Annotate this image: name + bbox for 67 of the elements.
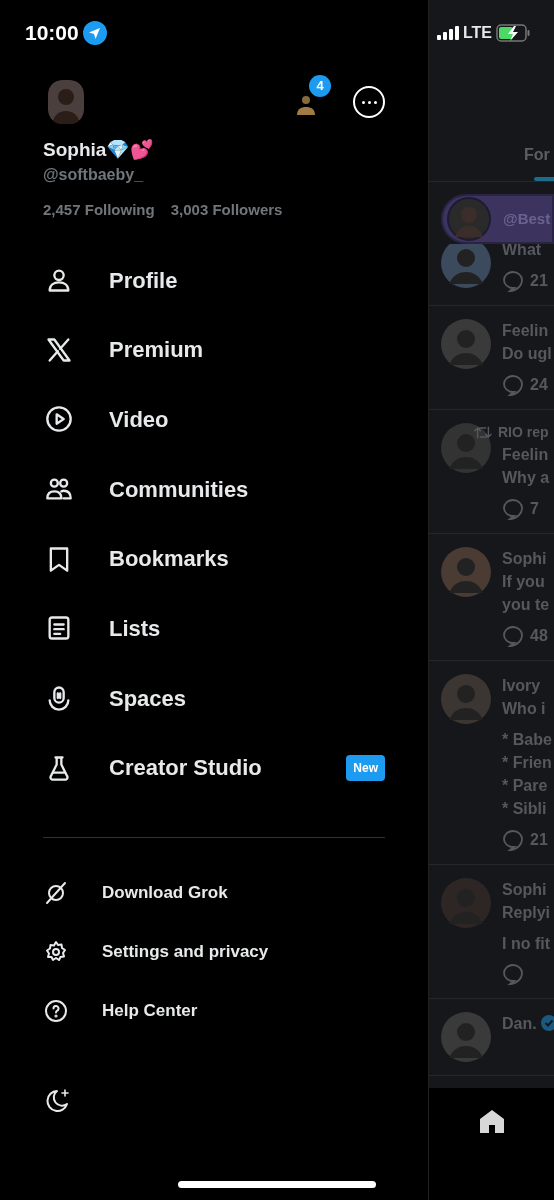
- comment-icon[interactable]: [502, 624, 524, 647]
- menu-item[interactable]: Download Grok: [43, 863, 385, 923]
- post-text: Do ugl: [502, 344, 552, 364]
- play-icon: [45, 405, 73, 434]
- menu-item[interactable]: Video: [43, 384, 385, 455]
- avatar[interactable]: [441, 244, 491, 288]
- comment-icon[interactable]: [502, 269, 524, 292]
- menu-item[interactable]: Communities: [43, 454, 385, 524]
- post-text: you te: [502, 595, 550, 615]
- post-text: Replyi: [502, 903, 550, 923]
- post-text: Feelin: [502, 445, 550, 465]
- help-icon: [44, 999, 68, 1024]
- comment-icon[interactable]: [502, 828, 524, 851]
- avatar[interactable]: [48, 80, 84, 124]
- following-link[interactable]: 2,457 Following: [43, 198, 155, 222]
- followers-link[interactable]: 3,003 Followers: [170, 198, 283, 222]
- post-text: Who i: [502, 699, 547, 719]
- slashed-circle-icon: [44, 881, 68, 906]
- profile-name: Sophia💎💕: [43, 138, 156, 162]
- menu-item[interactable]: Settings and privacy: [43, 922, 385, 982]
- repost-icon: [474, 424, 492, 440]
- post-text: Ivory: [502, 676, 542, 696]
- post-text: Feelin: [502, 321, 550, 341]
- avatar[interactable]: [441, 319, 491, 369]
- reply-count: 21: [530, 830, 548, 850]
- avatar[interactable]: [441, 547, 491, 597]
- menu-item[interactable]: Premium: [43, 314, 385, 385]
- reply-count: 24: [530, 375, 548, 395]
- network-label: LTE: [463, 23, 493, 43]
- post-text: Why a: [502, 468, 550, 488]
- post-text: * Frien: [502, 753, 552, 773]
- avatar[interactable]: [441, 423, 491, 473]
- post-text: Sophi: [502, 549, 548, 569]
- avatar[interactable]: [441, 1012, 491, 1062]
- location-icon: [82, 21, 107, 45]
- repost-label: RIO rep: [498, 423, 549, 441]
- post-text: Dan.: [502, 1012, 554, 1035]
- post-text: * Sibli: [502, 799, 548, 819]
- notification-badge: 4: [309, 75, 331, 97]
- post-text: * Babe: [502, 730, 552, 750]
- reply-count: 7: [530, 499, 539, 519]
- menu-item[interactable]: Creator Studio New: [43, 733, 385, 803]
- comment-icon[interactable]: [502, 497, 524, 520]
- status-time: 10:00: [25, 20, 79, 47]
- profile-handle: @softbaeby_: [43, 164, 145, 185]
- reply-count: 48: [530, 626, 548, 646]
- more-button[interactable]: [353, 86, 385, 118]
- post-text: What: [502, 244, 543, 260]
- menu-item[interactable]: Profile: [43, 245, 385, 315]
- post-text: If you: [502, 572, 546, 592]
- post-text: * Pare: [502, 776, 549, 796]
- avatar: [447, 197, 491, 241]
- menu-item[interactable]: Lists: [43, 593, 385, 664]
- menu-item[interactable]: Bookmarks: [43, 523, 385, 594]
- reply-count: 21: [530, 271, 548, 291]
- home-icon: [477, 1107, 506, 1135]
- avatar[interactable]: [441, 674, 491, 724]
- battery-icon: [496, 24, 531, 42]
- menu-item[interactable]: Help Center: [43, 981, 385, 1041]
- new-badge: New: [346, 754, 385, 781]
- comment-icon[interactable]: [502, 373, 524, 396]
- post-text: I no fit: [502, 934, 550, 954]
- x-logo-icon: [45, 335, 73, 364]
- post-text: Sophi: [502, 880, 548, 900]
- menu-item[interactable]: Spaces: [43, 663, 385, 733]
- signal-icon: [437, 26, 459, 40]
- comment-icon[interactable]: [502, 963, 524, 985]
